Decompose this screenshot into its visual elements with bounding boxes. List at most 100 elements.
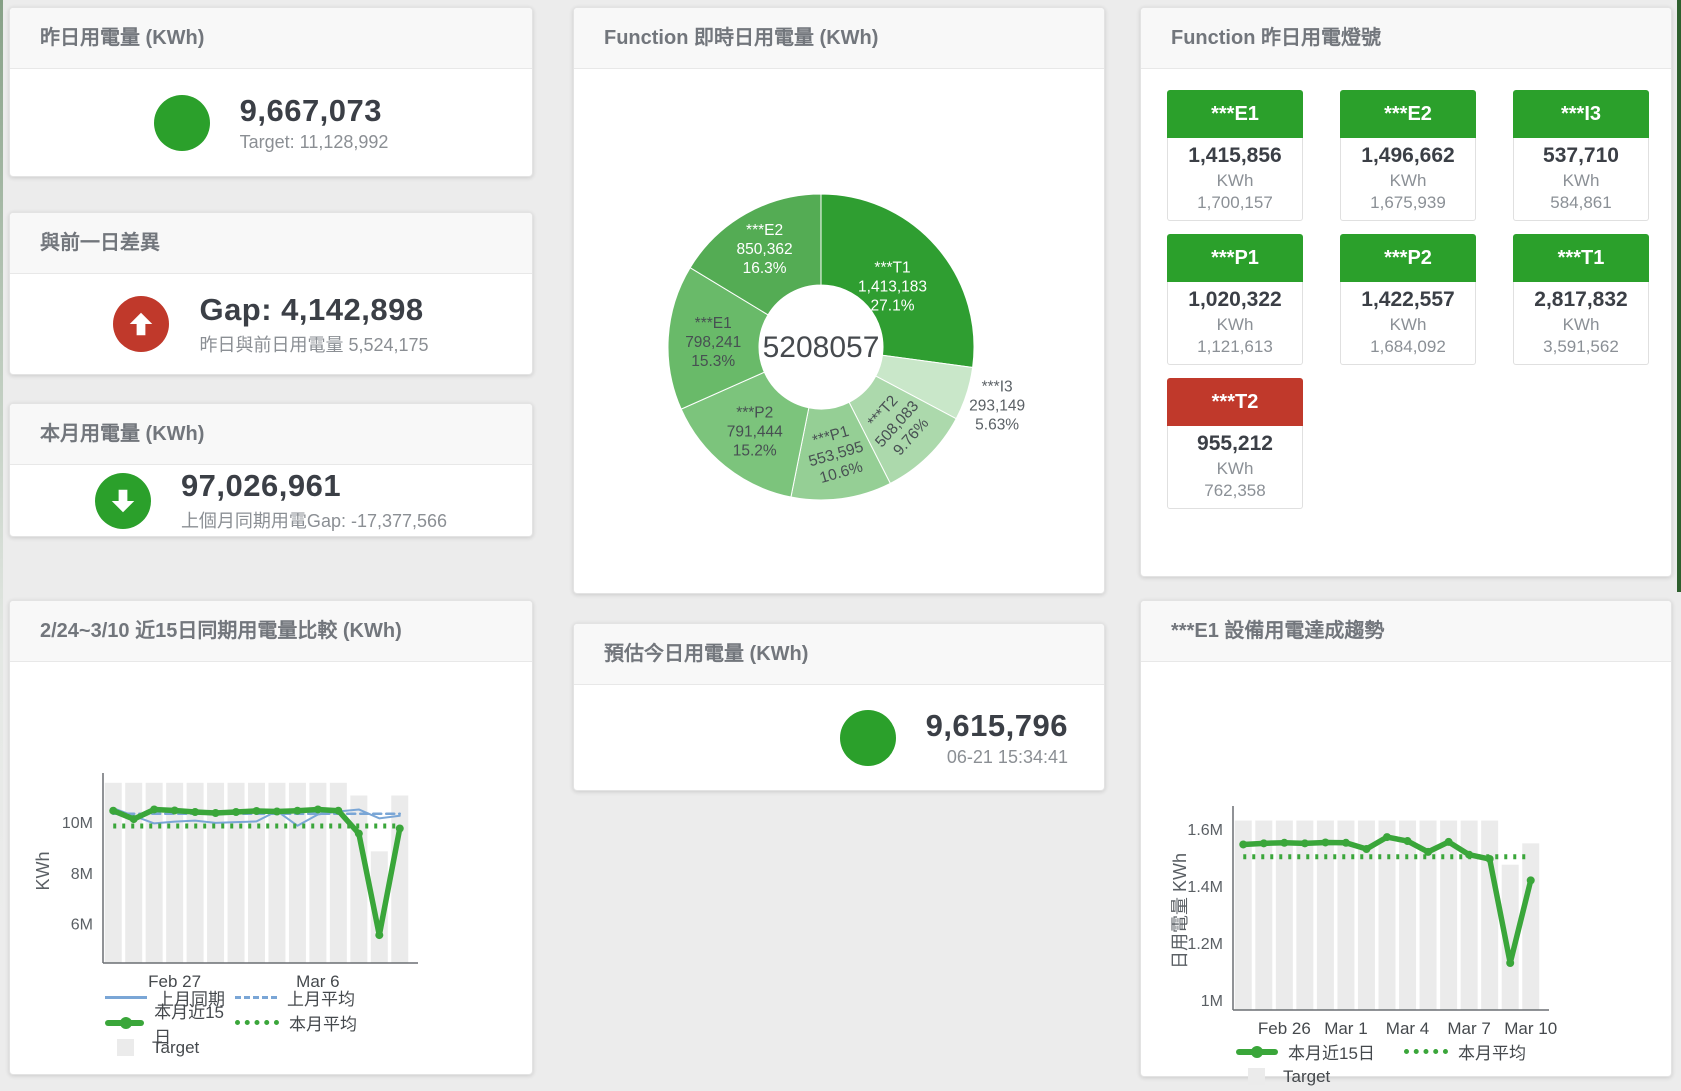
legend-item-target[interactable]: Target xyxy=(105,1038,199,1058)
status-circle-icon xyxy=(154,95,210,151)
tile-value: 955,212 xyxy=(1168,430,1302,458)
tile-header: ***E2 xyxy=(1340,90,1476,138)
card-status-lights: Function 昨日用電燈號 ***E1 1,415,856 KWh 1,70… xyxy=(1140,7,1672,577)
month-value: 97,026,961 xyxy=(181,468,447,504)
trend-title: ***E1 設備用電達成趨勢 xyxy=(1141,601,1671,662)
data-point xyxy=(334,807,342,815)
card-day-gap: 與前一日差異 Gap: 4,142,898 昨日與前日用電量 5,524,175 xyxy=(9,212,533,375)
data-point xyxy=(396,824,404,832)
card-estimate-today: 預估今日用電量 (KWh) 9,615,796 06-21 15:34:41 xyxy=(573,623,1105,791)
y-axis-label: KWh xyxy=(33,851,53,890)
status-tile-i3: ***I3 537,710 KWh 584,861 xyxy=(1513,90,1649,221)
data-point xyxy=(232,808,240,816)
legend-item-target[interactable]: Target xyxy=(1236,1067,1330,1087)
tile-value: 1,020,322 xyxy=(1168,286,1302,314)
data-point xyxy=(1239,840,1247,848)
data-point xyxy=(1527,876,1535,884)
legend-item-this-month-avg[interactable]: 本月平均 xyxy=(1404,1039,1526,1064)
status-tile-e2: ***E2 1,496,662 KWh 1,675,939 xyxy=(1340,90,1476,221)
card-month-usage: 本月用電量 (KWh) 97,026,961 上個月同期用電Gap: -17,3… xyxy=(9,403,533,537)
legend-item-last-month-avg[interactable]: 上月平均 xyxy=(235,985,355,1010)
y-axis-tick: 10M xyxy=(62,815,93,832)
month-gap-subtitle: 上個月同期用電Gap: -17,377,566 xyxy=(181,507,447,533)
target-bar xyxy=(1255,821,1272,1010)
green-line-icon xyxy=(1236,1049,1278,1055)
target-bar xyxy=(125,783,142,963)
tile-value: 2,817,832 xyxy=(1514,286,1648,314)
tile-value: 1,422,557 xyxy=(1341,286,1475,314)
data-point xyxy=(1424,848,1432,856)
data-point xyxy=(253,807,261,815)
x-axis-tick: Mar 1 xyxy=(1324,1019,1367,1038)
y-axis-tick: 6M xyxy=(71,917,93,934)
green-dotted-line-icon xyxy=(1404,1049,1448,1054)
card-gap-title: 與前一日差異 xyxy=(10,213,532,274)
tile-target: 3,591,562 xyxy=(1514,336,1648,358)
tile-unit: KWh xyxy=(1341,170,1475,192)
legend-label: Target xyxy=(1283,1067,1330,1087)
compare-legend: 上月同期 上月平均 本月近15日 本月平均 xyxy=(105,985,357,1060)
x-axis-tick: Mar 7 xyxy=(1447,1019,1490,1038)
x-axis-tick: Mar 4 xyxy=(1386,1019,1429,1038)
data-point xyxy=(1260,839,1268,847)
tile-unit: KWh xyxy=(1514,314,1648,336)
estimate-timestamp: 06-21 15:34:41 xyxy=(926,747,1068,768)
tile-header: ***P1 xyxy=(1167,234,1303,282)
tile-unit: KWh xyxy=(1168,314,1302,336)
data-point xyxy=(1280,839,1288,847)
y-axis-tick: 1.2M xyxy=(1187,936,1223,953)
data-point xyxy=(293,807,301,815)
tile-target: 762,358 xyxy=(1168,480,1302,502)
legend-label: 上月平均 xyxy=(287,985,355,1010)
y-axis-tick: 1.4M xyxy=(1187,879,1223,896)
card-realtime-donut: Function 即時日用電量 (KWh) ***T11,413,18327.1… xyxy=(573,7,1105,594)
y-axis-label: 日用電量 KWh xyxy=(1170,853,1190,969)
tile-target: 1,700,157 xyxy=(1168,192,1302,214)
card-month-title: 本月用電量 (KWh) xyxy=(10,404,532,465)
tile-value: 537,710 xyxy=(1514,142,1648,170)
legend-item-this-month-avg[interactable]: 本月平均 xyxy=(235,1010,357,1035)
arrow-up-circle-icon xyxy=(113,296,169,352)
data-point xyxy=(1404,837,1412,845)
yesterday-value: 9,667,073 xyxy=(240,93,389,129)
data-point xyxy=(1465,851,1473,859)
compare-chart-title: 2/24~3/10 近15日同期用電量比較 (KWh) xyxy=(10,601,532,662)
target-bar xyxy=(1440,821,1457,1010)
y-axis-tick: 1M xyxy=(1201,993,1223,1010)
trend-legend: 本月近15日 本月平均 Target xyxy=(1236,1039,1526,1089)
gray-square-icon xyxy=(1248,1068,1265,1085)
data-point xyxy=(1486,855,1494,863)
tile-unit: KWh xyxy=(1168,170,1302,192)
status-tile-e1: ***E1 1,415,856 KWh 1,700,157 xyxy=(1167,90,1303,221)
card-yesterday-title: 昨日用電量 (KWh) xyxy=(10,8,532,69)
donut-slice-label: ***I3293,1495.63% xyxy=(969,379,1025,434)
data-point xyxy=(375,931,383,939)
y-axis-tick: 1.6M xyxy=(1187,822,1223,839)
data-point xyxy=(130,815,138,823)
gray-square-icon xyxy=(117,1039,134,1056)
target-bar xyxy=(350,795,367,963)
donut-center-total: 5208057 xyxy=(763,331,880,364)
data-point xyxy=(212,809,220,817)
card-e1-trend: ***E1 設備用電達成趨勢 1M 1.2M 1.4M 1.6M Feb 26 Mar 1… xyxy=(1140,600,1672,1077)
status-circle-icon xyxy=(840,710,896,766)
donut-title: Function 即時日用電量 (KWh) xyxy=(574,8,1104,69)
target-bar xyxy=(1235,821,1252,1010)
legend-item-this-month[interactable]: 本月近15日 xyxy=(1236,1039,1404,1064)
target-bar xyxy=(1379,821,1396,1010)
data-point xyxy=(109,807,117,815)
tile-unit: KWh xyxy=(1341,314,1475,336)
target-bar xyxy=(1522,843,1539,1010)
tile-target: 1,121,613 xyxy=(1168,336,1302,358)
target-bar xyxy=(1317,821,1334,1010)
lights-title: Function 昨日用電燈號 xyxy=(1141,8,1671,69)
x-axis-tick: Feb 26 xyxy=(1258,1019,1311,1038)
tile-target: 584,861 xyxy=(1514,192,1648,214)
tile-header: ***E1 xyxy=(1167,90,1303,138)
arrow-down-circle-icon xyxy=(95,473,151,529)
data-point xyxy=(273,807,281,815)
estimate-value: 9,615,796 xyxy=(926,708,1068,744)
card-compare-chart: 2/24~3/10 近15日同期用電量比較 (KWh) 6M8M10MFeb 2… xyxy=(9,600,533,1075)
tile-header: ***I3 xyxy=(1513,90,1649,138)
legend-label: 本月平均 xyxy=(289,1010,357,1035)
